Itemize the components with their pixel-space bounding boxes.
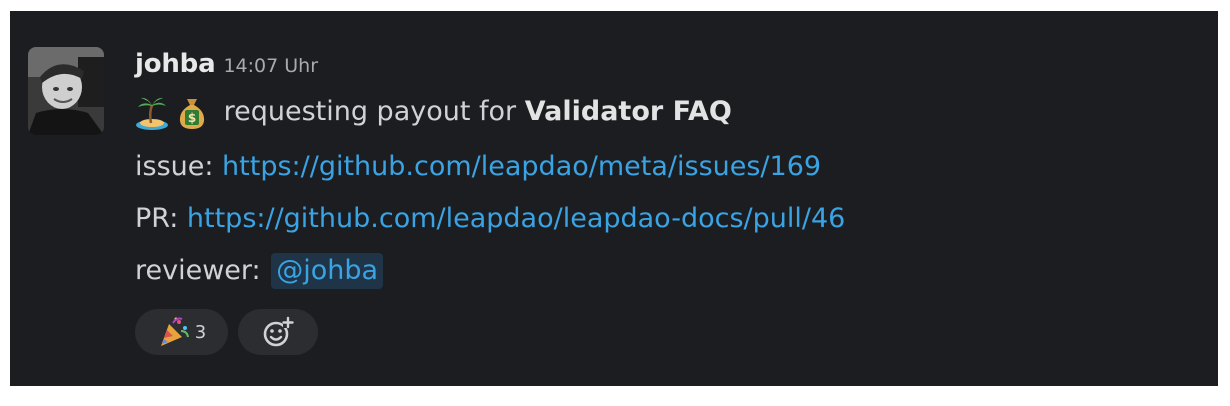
- issue-label: issue:: [135, 151, 223, 182]
- money-bag-icon: $: [175, 95, 209, 131]
- issue-link[interactable]: https://github.com/leapdao/meta/issues/1…: [222, 151, 821, 182]
- add-reaction-button[interactable]: [238, 309, 318, 355]
- message-line-payout: $ requesting payout for Validator FAQ: [135, 89, 1208, 141]
- reaction-party-popper[interactable]: 3: [135, 309, 228, 355]
- reaction-count: 3: [194, 321, 207, 343]
- reactions-bar: 3: [135, 309, 1208, 355]
- payout-topic: Validator FAQ: [524, 96, 732, 127]
- message-line-reviewer: reviewer: @johba: [135, 245, 1208, 297]
- svg-text:$: $: [188, 111, 196, 125]
- message-content: johba 14:07 Uhr $ requesting payout for …: [135, 49, 1208, 355]
- avatar[interactable]: [28, 47, 104, 135]
- message-header: johba 14:07 Uhr: [135, 49, 1208, 89]
- author-name[interactable]: johba: [135, 49, 216, 79]
- party-popper-icon: [157, 315, 191, 349]
- payout-request-text: requesting payout for: [215, 96, 525, 127]
- palm-island-icon: [135, 95, 169, 131]
- pr-link[interactable]: https://github.com/leapdao/leapdao-docs/…: [187, 203, 845, 234]
- reviewer-mention[interactable]: @johba: [271, 253, 384, 289]
- add-reaction-icon: [261, 315, 295, 349]
- message-container: johba 14:07 Uhr $ requesting payout for …: [10, 11, 1218, 386]
- message-line-pr: PR: https://github.com/leapdao/leapdao-d…: [135, 193, 1208, 245]
- pr-label: PR:: [135, 203, 187, 234]
- reviewer-label: reviewer:: [135, 255, 270, 286]
- message-timestamp[interactable]: 14:07 Uhr: [223, 55, 318, 77]
- message-line-issue: issue: https://github.com/leapdao/meta/i…: [135, 141, 1208, 193]
- avatar-image: [28, 47, 104, 135]
